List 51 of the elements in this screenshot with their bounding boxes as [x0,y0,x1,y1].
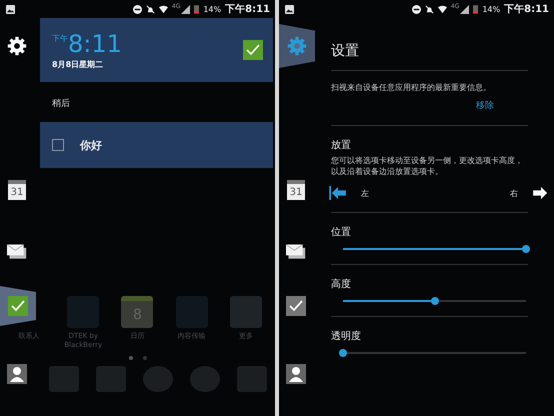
checkbox-icon [8,296,28,316]
task-item[interactable]: 你好 [40,122,273,168]
slider-label: 透明度 [331,330,362,343]
side-tab[interactable] [279,24,315,68]
contact-icon [286,364,306,384]
checkbox[interactable] [52,139,64,151]
checkbox-icon [286,296,306,316]
description-text: 您可以将选项卡移动至设备另一侧，更改选项卡高度，以及沿着设备边沿放置选项卡。 [331,155,524,177]
page-dot [128,356,132,360]
battery-icon [194,4,200,14]
wifi-icon [438,4,447,14]
calendar-icon: 31 [8,180,26,200]
left-arrow-icon[interactable] [329,186,347,200]
bell-off-icon [424,4,434,14]
signal-icon [181,4,190,14]
gallery-icon [6,4,15,14]
task-title: 你好 [80,138,102,152]
wifi-icon [158,4,168,14]
side-tab[interactable] [0,286,36,326]
gallery-icon [285,4,294,14]
section-title: 放置 [331,138,352,152]
signal-icon [460,4,470,14]
status-time: 下午8:11 [225,2,270,16]
side-label[interactable]: 右 [510,188,518,198]
side-label[interactable]: 左 [361,188,369,198]
slider-thumb[interactable] [339,349,347,357]
section-label: 稍后 [51,98,71,111]
remove-link[interactable]: 移除 [476,99,494,112]
slider-label: 高度 [331,278,352,291]
side-tab[interactable]: 31 [0,168,34,212]
slider-label: 位置 [331,226,352,239]
clock-time: 8:11 [68,30,122,56]
battery-icon [473,4,478,14]
do-not-disturb-icon [132,4,142,14]
settings-title: 设置 [331,42,360,61]
status-time: 下午8:11 [504,2,549,16]
right-arrow-icon[interactable] [532,186,550,200]
battery-percent: 14% [203,4,222,14]
contact-icon [7,364,27,384]
bell-off-icon [146,4,155,14]
battery-percent: 14% [482,4,500,14]
date-text: 8月8日星期二 [52,58,104,70]
side-tab[interactable]: 31 [279,168,313,212]
page-dot [142,356,146,360]
slider-thumb[interactable] [522,245,530,253]
calendar-icon: 31 [287,180,305,200]
do-not-disturb-icon [412,4,421,14]
slider-thumb[interactable] [430,297,438,305]
time-period: 下午 [52,32,68,44]
description-text: 扫视来自设备任意应用程序的最新重要信息。 [331,82,492,93]
checkbox[interactable] [243,40,263,60]
